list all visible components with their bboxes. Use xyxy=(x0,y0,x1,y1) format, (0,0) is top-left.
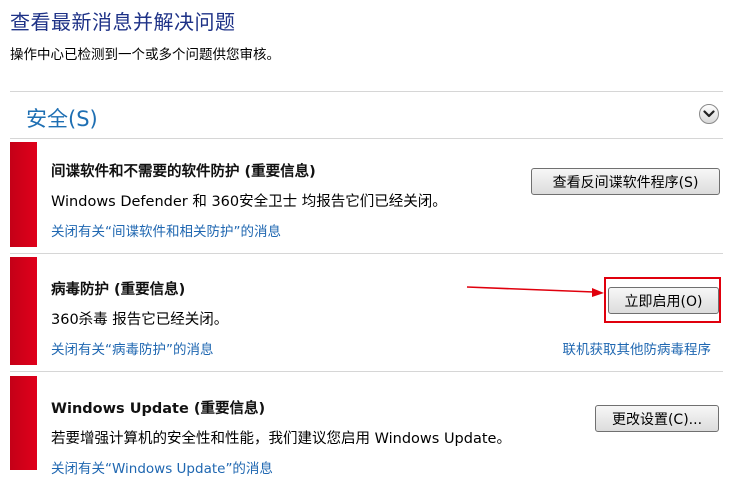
section-title-security[interactable]: 安全(S) xyxy=(26,103,98,133)
status-bar-important xyxy=(10,142,37,247)
chevron-down-icon xyxy=(703,110,715,118)
status-bar-important xyxy=(10,257,37,365)
divider xyxy=(10,253,723,254)
dismiss-spyware-message-link[interactable]: 关闭有关“间谍软件和相关防护”的消息 xyxy=(51,220,281,240)
divider xyxy=(10,91,723,92)
card-windows-update: Windows Update (重要信息) 若要增强计算机的安全性和性能，我们建… xyxy=(10,376,723,477)
card-title: 病毒防护 (重要信息) xyxy=(51,282,186,298)
view-antispyware-programs-button[interactable]: 查看反间谍软件程序(S) xyxy=(531,168,720,195)
card-description: Windows Defender 和 360安全卫士 均报告它们已经关闭。 xyxy=(51,194,447,210)
card-spyware-protection: 间谍软件和不需要的软件防护 (重要信息) Windows Defender 和 … xyxy=(10,142,723,247)
dismiss-virus-message-link[interactable]: 关闭有关“病毒防护”的消息 xyxy=(51,338,214,358)
dismiss-windows-update-message-link[interactable]: 关闭有关“Windows Update”的消息 xyxy=(51,457,273,477)
divider xyxy=(10,138,723,139)
status-bar-important xyxy=(10,376,37,470)
card-description: 若要增强计算机的安全性和性能，我们建议您启用 Windows Update。 xyxy=(51,431,511,447)
highlight-box xyxy=(604,277,721,323)
card-description: 360杀毒 报告它已经关闭。 xyxy=(51,312,229,328)
card-title: 间谍软件和不需要的软件防护 (重要信息) xyxy=(51,164,316,180)
page-subtitle: 操作中心已检测到一个或多个问题供您审核。 xyxy=(10,47,280,63)
card-title: Windows Update (重要信息) xyxy=(51,401,266,417)
page-title: 查看最新消息并解决问题 xyxy=(10,10,236,34)
divider xyxy=(10,371,723,372)
collapse-section-button[interactable] xyxy=(699,104,719,124)
get-antivirus-online-link[interactable]: 联机获取其他防病毒程序 xyxy=(563,338,712,358)
change-settings-button[interactable]: 更改设置(C)... xyxy=(595,405,719,432)
